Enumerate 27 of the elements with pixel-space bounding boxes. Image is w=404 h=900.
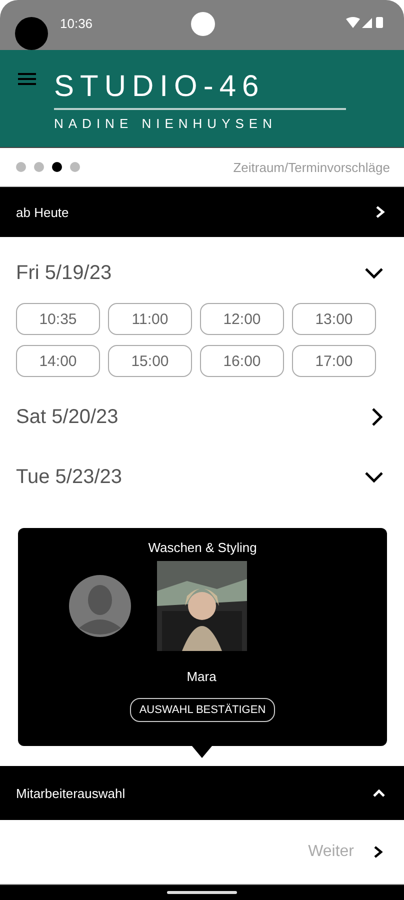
day-header[interactable]: Fri 5/19/23 xyxy=(0,243,404,303)
time-slot[interactable]: 11:00 xyxy=(108,303,192,335)
day-header[interactable]: Sat 5/20/23 xyxy=(0,387,404,447)
time-slot[interactable]: 10:35 xyxy=(16,303,100,335)
menu-icon[interactable] xyxy=(18,72,36,86)
logo-title: STUDIO-46 xyxy=(54,70,265,104)
time-slot[interactable]: 16:00 xyxy=(200,345,284,377)
service-title: Waschen & Styling xyxy=(148,540,257,555)
filter-bar[interactable]: ab Heute xyxy=(0,187,404,237)
employee-name: Mara xyxy=(186,669,216,684)
status-icons xyxy=(346,16,386,30)
camera-notch-icon xyxy=(191,12,215,36)
chevron-right-icon xyxy=(374,205,386,219)
chevron-right-icon[interactable] xyxy=(372,845,384,859)
section-bar[interactable]: Mitarbeiterauswahl xyxy=(0,766,404,820)
avatar-icon[interactable] xyxy=(68,575,130,637)
time-slot[interactable]: 17:00 xyxy=(292,345,376,377)
day-header[interactable]: Tue 5/23/23 xyxy=(0,447,404,507)
time-slot[interactable]: 13:00 xyxy=(292,303,376,335)
camera-dot-icon xyxy=(15,16,48,50)
time-slot[interactable]: 12:00 xyxy=(200,303,284,335)
time-slot[interactable]: 15:00 xyxy=(108,345,192,377)
step-title: Zeitraum/Terminvorschläge xyxy=(233,160,390,174)
status-time: 10:36 xyxy=(60,16,93,30)
time-slot[interactable]: 14:00 xyxy=(16,345,100,377)
confirm-button[interactable]: AUSWAHL BESTÄTIGEN xyxy=(130,698,275,722)
logo-subtitle: NADINE NIENHUYSEN xyxy=(54,116,277,131)
